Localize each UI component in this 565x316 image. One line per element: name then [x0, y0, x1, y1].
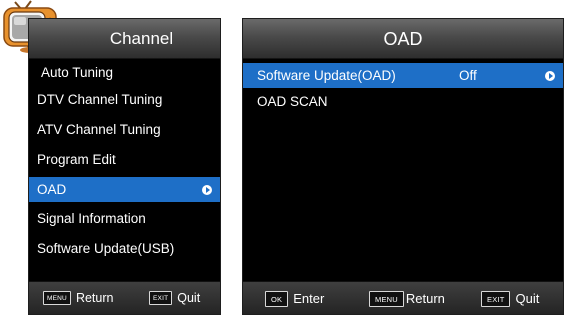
- enter-label: Enter: [293, 291, 325, 306]
- return-hint[interactable]: MENU Return: [43, 282, 113, 315]
- menu-item-value: Off: [459, 68, 477, 83]
- exit-key-icon: EXIT: [481, 290, 511, 307]
- menu-key-icon: MENU: [43, 290, 71, 305]
- quit-hint[interactable]: EXIT Quit: [481, 282, 539, 315]
- menu-item-auto-tuning[interactable]: Auto Tuning: [29, 60, 220, 85]
- exit-key-icon: EXIT: [149, 290, 173, 305]
- menu-item-label: Signal Information: [37, 211, 146, 226]
- arrow-right-icon: [545, 71, 555, 81]
- menu-item-label: Software Update(OAD): [257, 68, 396, 83]
- menu-item-label: OAD: [37, 182, 67, 197]
- oad-menu-panel: OAD Software Update(OAD) Off OAD SCAN OK…: [242, 18, 564, 315]
- quit-label: Quit: [177, 291, 201, 305]
- enter-hint[interactable]: OK Enter: [265, 282, 324, 315]
- channel-menu-title: Channel: [109, 29, 174, 48]
- menu-item-signal-information[interactable]: Signal Information: [29, 206, 220, 231]
- menu-item-software-update-usb[interactable]: Software Update(USB): [29, 236, 220, 261]
- menu-item-label: Program Edit: [37, 152, 116, 167]
- quit-hint[interactable]: EXIT Quit: [149, 282, 200, 315]
- menu-item-software-update-oad[interactable]: Software Update(OAD) Off: [243, 63, 563, 88]
- ok-key-icon: OK: [265, 290, 289, 307]
- menu-item-dtv-channel-tuning[interactable]: DTV Channel Tuning: [29, 87, 220, 112]
- channel-menu-panel: Channel Auto Tuning DTV Channel Tuning A…: [28, 18, 221, 315]
- return-label: Return: [75, 291, 114, 305]
- menu-item-program-edit[interactable]: Program Edit: [29, 147, 220, 172]
- arrow-right-icon: [202, 185, 212, 195]
- return-label: Return: [405, 291, 445, 306]
- channel-menu-footer: MENU Return EXIT Quit: [29, 281, 220, 314]
- oad-menu-footer: OK Enter MENU Return EXIT Quit: [243, 281, 563, 314]
- menu-item-label: DTV Channel Tuning: [37, 92, 163, 107]
- menu-item-oad-scan[interactable]: OAD SCAN: [243, 89, 563, 114]
- quit-label: Quit: [515, 291, 540, 306]
- menu-item-label: OAD SCAN: [257, 94, 328, 109]
- menu-item-oad[interactable]: OAD: [29, 177, 220, 202]
- menu-item-label: Auto Tuning: [41, 65, 114, 80]
- menu-item-label: ATV Channel Tuning: [37, 122, 161, 137]
- menu-key-icon: MENU: [369, 290, 404, 307]
- menu-item-atv-channel-tuning[interactable]: ATV Channel Tuning: [29, 117, 220, 142]
- oad-menu-title: OAD: [383, 29, 423, 49]
- menu-item-label: Software Update(USB): [37, 241, 175, 256]
- return-hint[interactable]: MENU Return: [369, 282, 445, 315]
